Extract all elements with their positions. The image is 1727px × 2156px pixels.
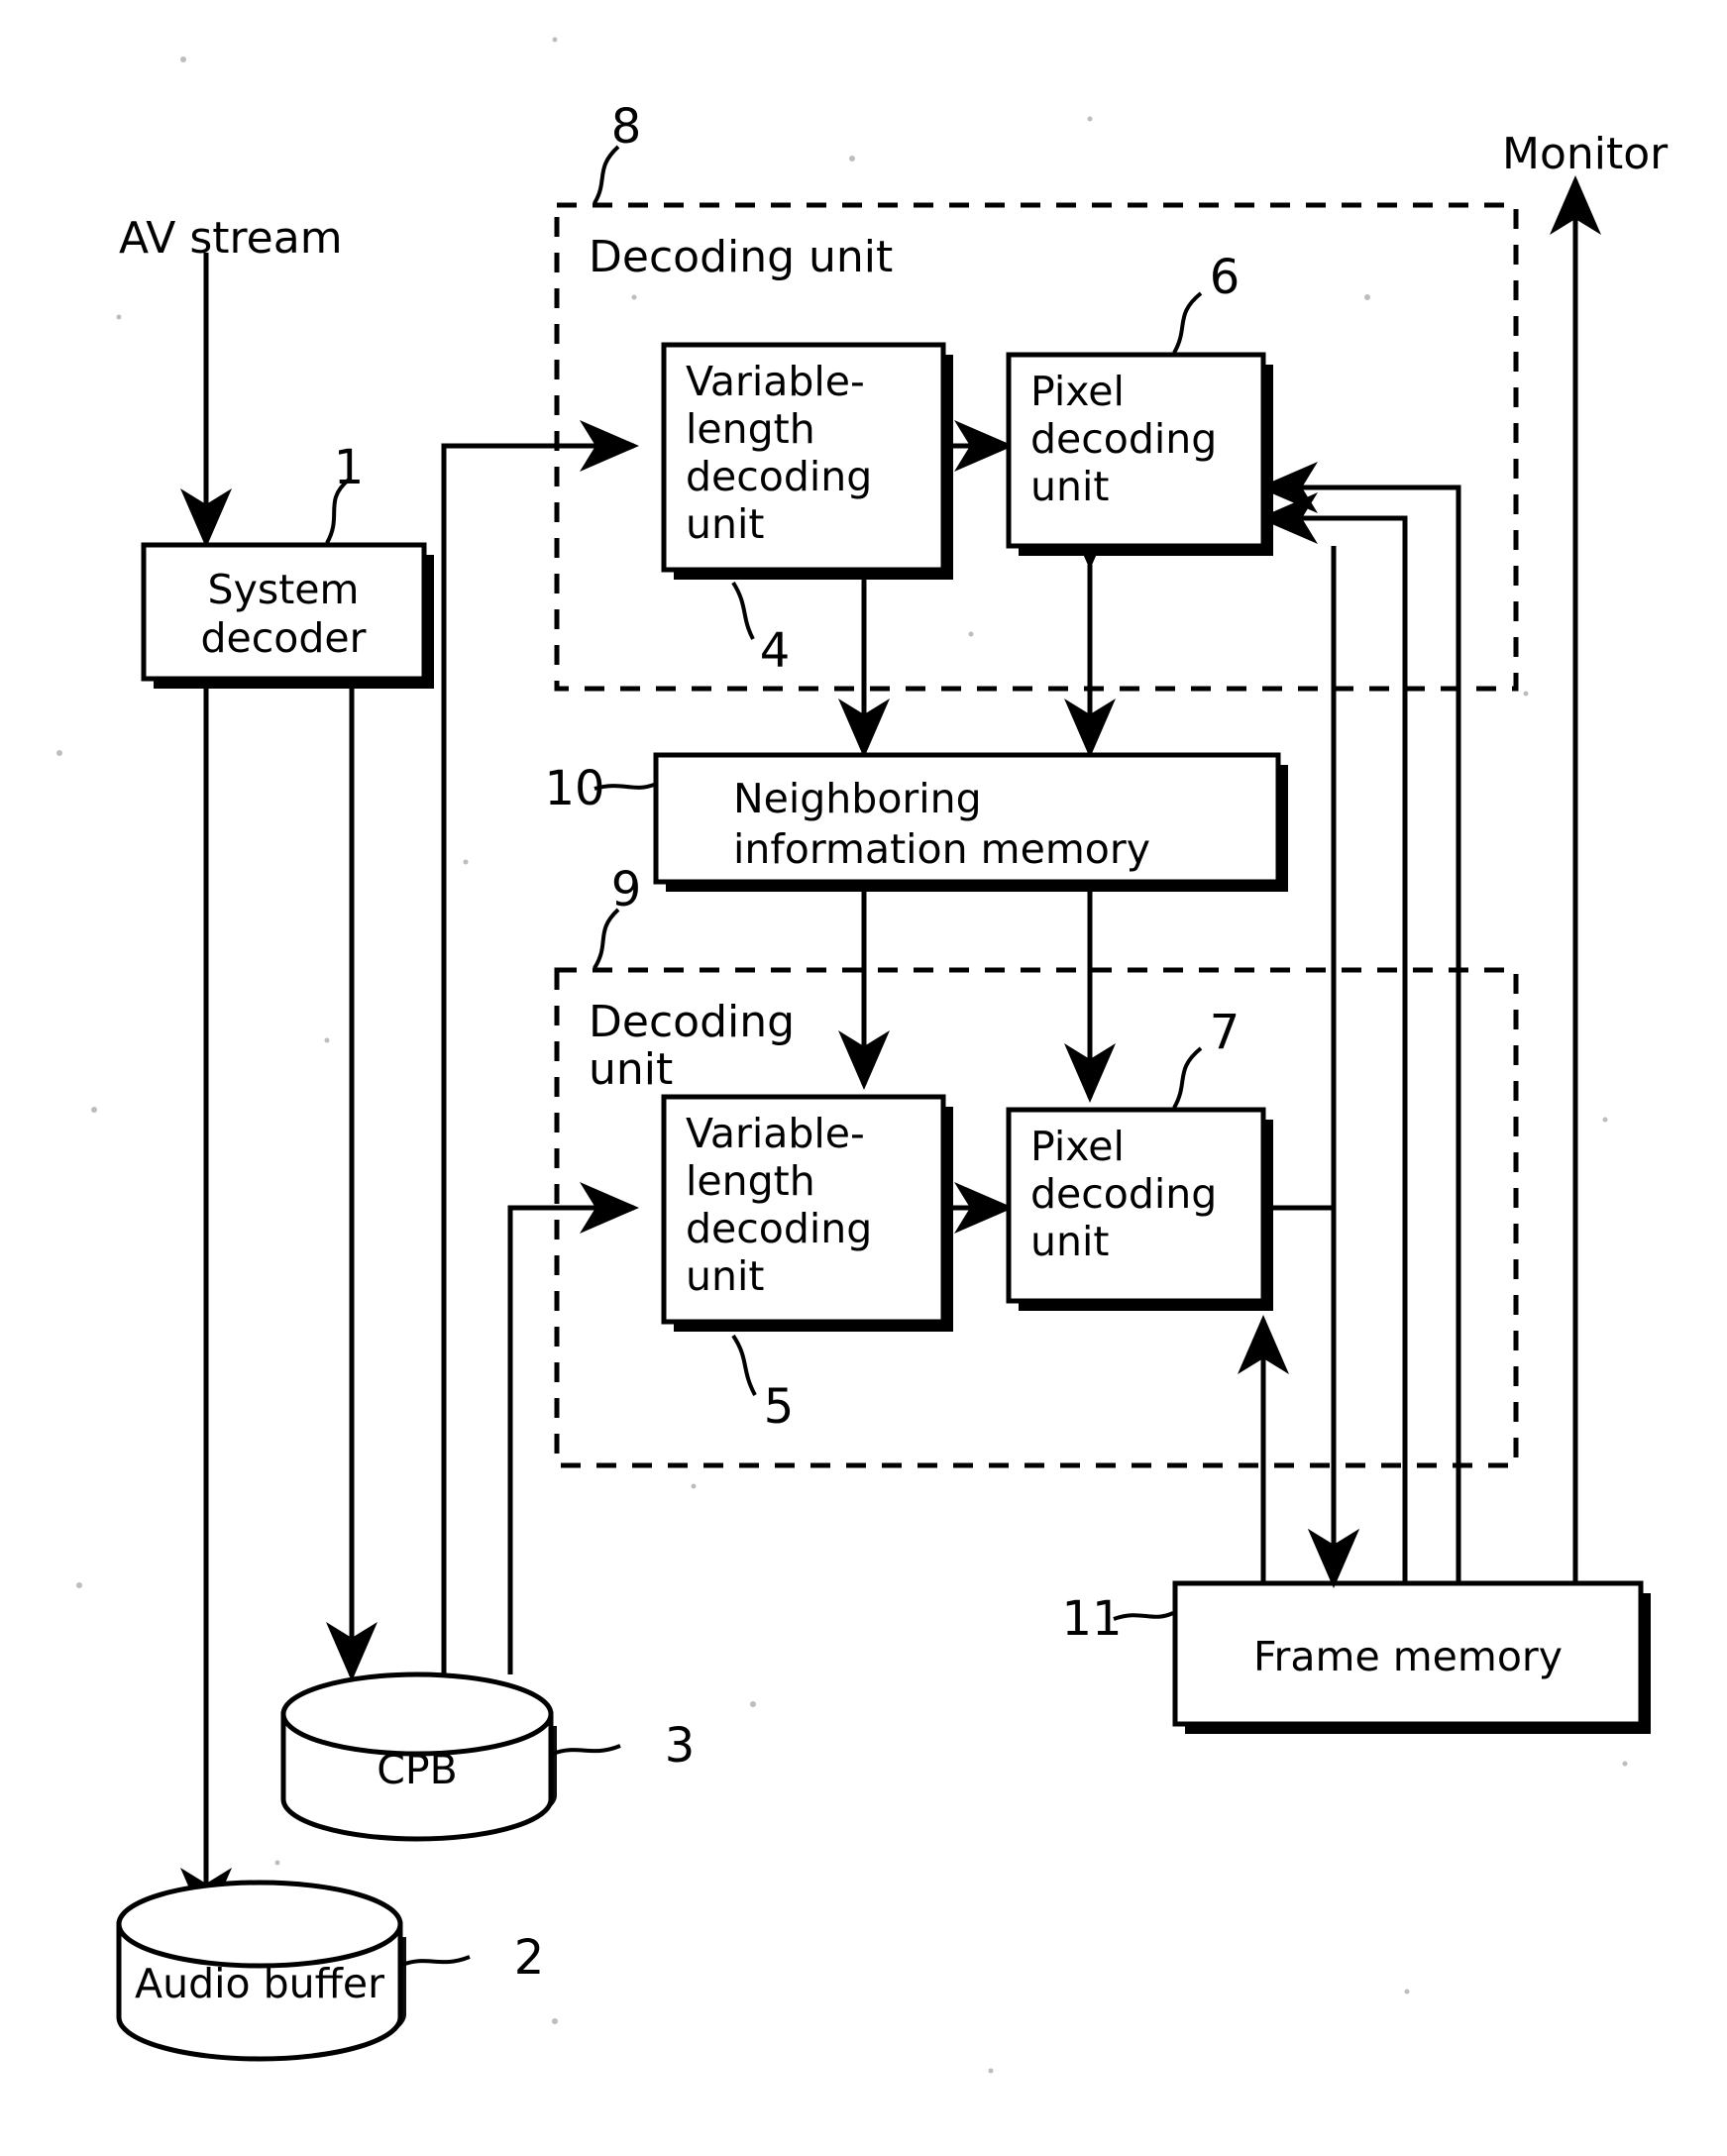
leader-6 (1172, 291, 1203, 354)
block-neighboring-memory: Neighboring information memory (653, 752, 1288, 892)
block-vld-upper: Variable- length decoding unit (661, 342, 953, 580)
neighboring-memory-label-line1: Neighboring (733, 775, 982, 822)
leader-4 (731, 581, 755, 640)
vld-upper-label-line4: unit (686, 500, 764, 548)
leader-7 (1172, 1046, 1203, 1109)
figure-canvas: System decoder Variable- length decoding… (0, 0, 1727, 2156)
block-frame-memory: Frame memory (1172, 1580, 1651, 1734)
ref-numeral-4: 4 (760, 623, 791, 679)
leader-3 (552, 1744, 621, 1756)
system-decoder-label-line1: System (208, 566, 360, 613)
block-audio-buffer: Audio buffer (116, 1880, 406, 2062)
leader-9 (593, 908, 620, 970)
frame-memory-label: Frame memory (1253, 1633, 1563, 1680)
system-decoder-label-line2: decoder (201, 614, 367, 662)
monitor-label: Monitor (1502, 129, 1669, 179)
vld-lower-label-line1: Variable- (686, 1110, 865, 1157)
audio-buffer-label: Audio buffer (135, 1960, 384, 2007)
cpb-label: CPB (377, 1746, 457, 1793)
block-cpb: CPB (280, 1671, 557, 1842)
block-pixel-lower: Pixel decoding unit (1006, 1107, 1273, 1311)
block-diagram: System decoder Variable- length decoding… (56, 37, 1669, 2074)
ref-numeral-6: 6 (1210, 250, 1241, 305)
pixel-lower-label-line3: unit (1030, 1218, 1109, 1265)
arrow-cpb-to-vld-lower (507, 1182, 639, 1674)
vld-lower-label-line4: unit (686, 1252, 764, 1300)
ref-numeral-5: 5 (764, 1379, 795, 1435)
block-vld-lower: Variable- length decoding unit (661, 1094, 953, 1332)
leader-11 (1113, 1611, 1174, 1621)
ref-numeral-3: 3 (665, 1718, 696, 1774)
block-system-decoder: System decoder (141, 542, 434, 689)
vld-lower-label-line3: decoding (686, 1205, 872, 1252)
ref-numeral-9: 9 (611, 862, 642, 917)
pixel-upper-label-line1: Pixel (1030, 368, 1125, 415)
pixel-upper-label-line2: decoding (1030, 415, 1217, 463)
ref-numeral-10: 10 (544, 761, 604, 816)
vld-lower-label-line2: length (686, 1157, 815, 1205)
decoding-unit-lower-label-line2: unit (589, 1044, 673, 1095)
av-stream-label: AV stream (119, 213, 343, 264)
leader-8 (593, 145, 620, 205)
pixel-lower-label-line2: decoding (1030, 1170, 1217, 1218)
neighboring-memory-label-line2: information memory (733, 825, 1150, 873)
arrow-frame-memory-to-pixel-upper-a (1258, 461, 1461, 1583)
ref-numeral-8: 8 (611, 99, 642, 155)
pixel-lower-label-line1: Pixel (1030, 1123, 1125, 1170)
ref-numeral-1: 1 (334, 440, 365, 495)
leader-5 (731, 1334, 757, 1396)
ref-numeral-7: 7 (1210, 1005, 1241, 1060)
ref-numeral-2: 2 (514, 1930, 545, 1986)
decoding-unit-lower-label-line1: Decoding (589, 997, 795, 1047)
vld-upper-label-line2: length (686, 405, 815, 453)
leader-2 (401, 1955, 471, 1967)
vld-upper-label-line1: Variable- (686, 358, 865, 405)
block-pixel-upper: Pixel decoding unit (1006, 352, 1273, 556)
decoding-unit-upper-label: Decoding unit (589, 232, 893, 282)
pixel-upper-label-line3: unit (1030, 463, 1109, 510)
ref-numeral-11: 11 (1061, 1591, 1122, 1647)
vld-upper-label-line3: decoding (686, 453, 872, 500)
